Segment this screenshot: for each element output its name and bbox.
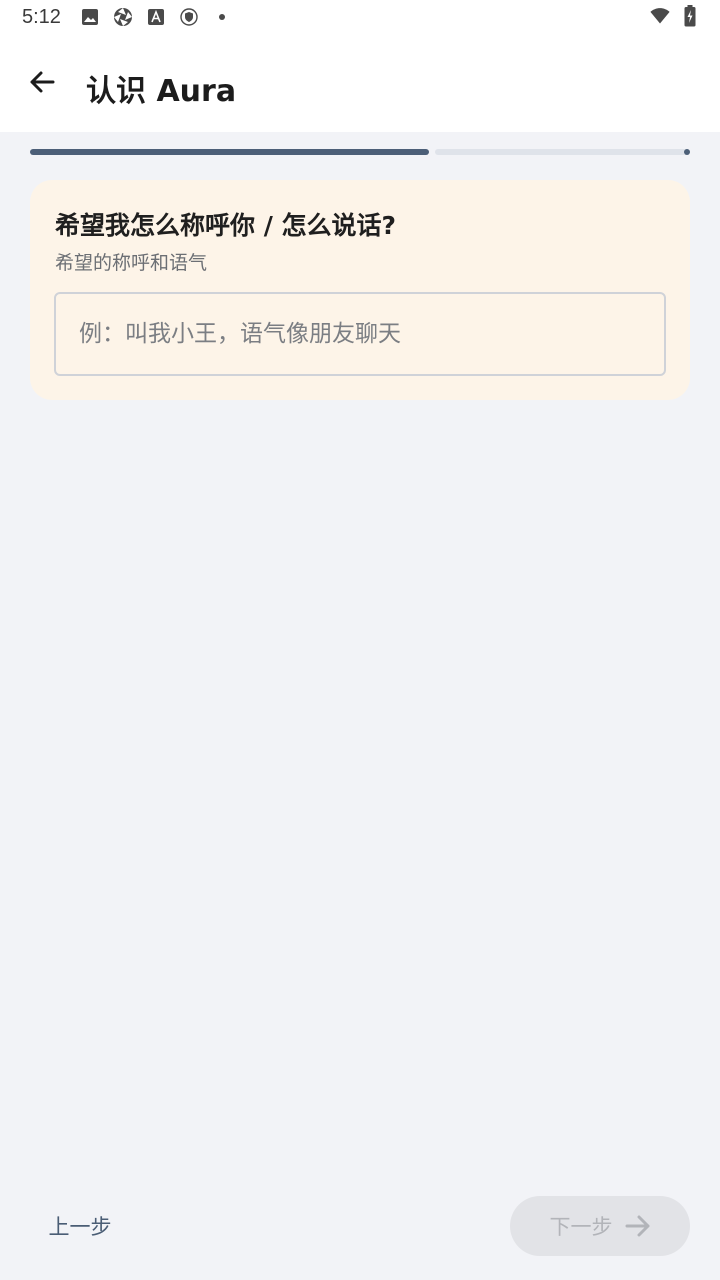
status-system-icons — [640, 5, 700, 27]
aperture-icon — [113, 7, 133, 27]
question-title: 希望我怎么称呼你 / 怎么说话? — [55, 211, 397, 240]
previous-step-button[interactable]: 上一步 — [30, 1196, 130, 1256]
image-icon — [80, 7, 100, 27]
question-subtitle: 希望的称呼和语气 — [55, 252, 208, 274]
battery-charging-icon — [680, 5, 700, 27]
status-bar: 5:12 — [0, 0, 720, 36]
progress-fill — [30, 149, 429, 155]
status-time: 5:12 — [22, 6, 61, 28]
next-step-button[interactable]: 下一步 — [510, 1196, 690, 1256]
progress-end-dot — [684, 149, 690, 155]
progress-track — [435, 149, 690, 155]
wifi-icon — [650, 6, 670, 26]
font-a-icon — [146, 7, 166, 27]
app-bar: 认识 Aura — [0, 36, 720, 132]
next-step-label: 下一步 — [549, 1215, 613, 1239]
arrow-left-icon — [28, 68, 56, 100]
arrow-right-icon — [625, 1215, 651, 1237]
back-button[interactable] — [20, 62, 64, 106]
status-notification-icons — [80, 7, 245, 27]
question-card: 希望我怎么称呼你 / 怎么说话? 希望的称呼和语气 — [30, 180, 690, 400]
onboarding-progress — [30, 149, 690, 155]
dot-icon — [212, 7, 232, 27]
shield-icon — [179, 7, 199, 27]
page-title: 认识 Aura — [86, 74, 237, 109]
name-tone-input[interactable] — [54, 292, 666, 376]
